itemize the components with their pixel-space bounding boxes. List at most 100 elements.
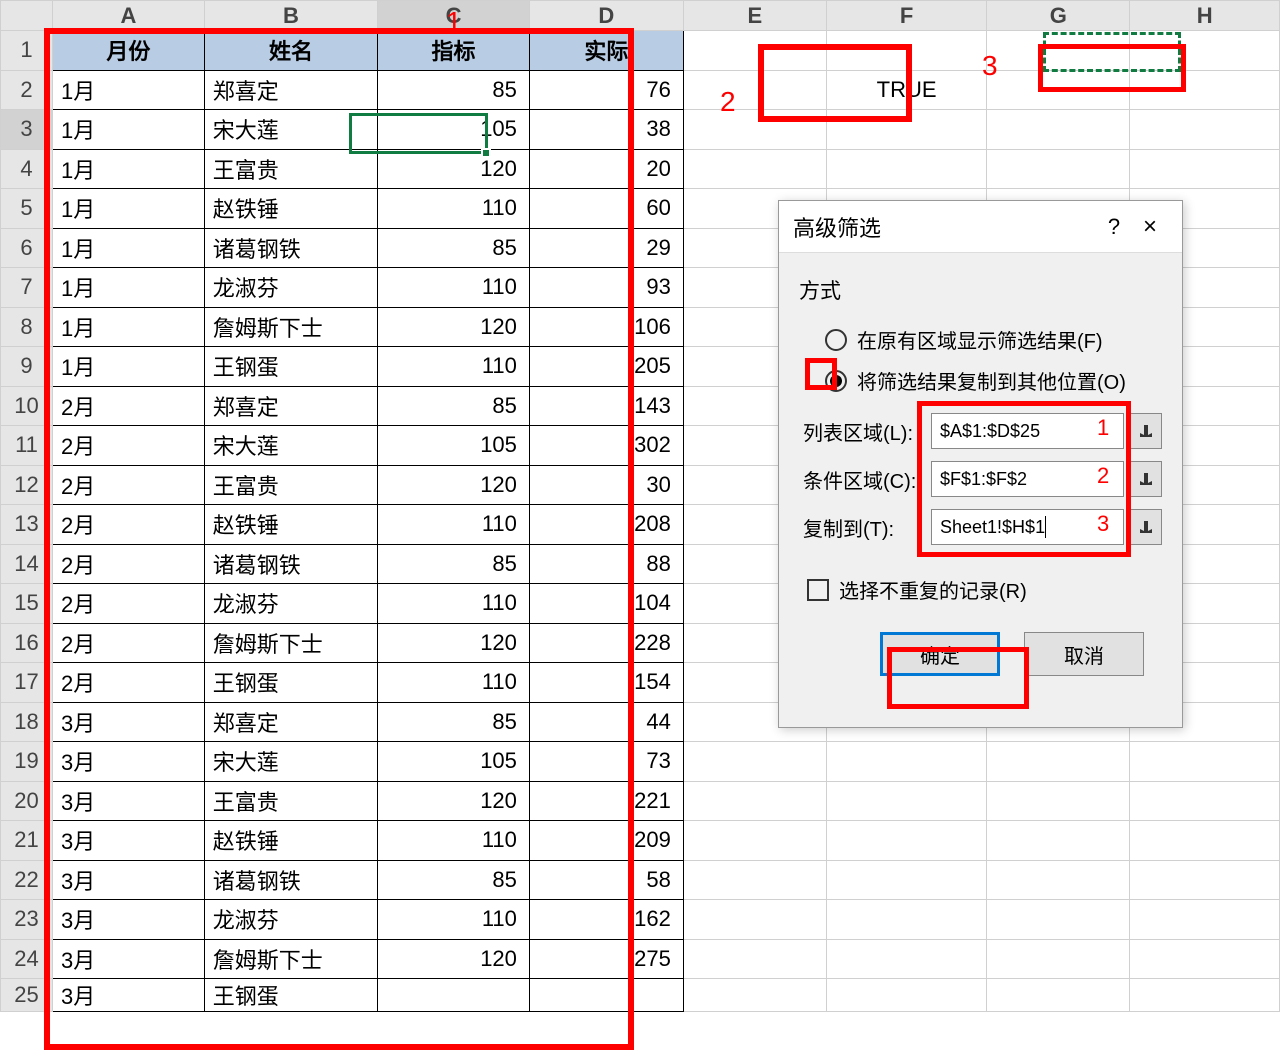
table-cell[interactable]: 275 (529, 939, 683, 979)
list-range-picker-button[interactable] (1130, 413, 1162, 449)
cell[interactable] (1130, 742, 1280, 782)
copy-to-range-picker-button[interactable] (1130, 509, 1162, 545)
row-header-20[interactable]: 20 (1, 781, 53, 821)
table-cell[interactable]: 110 (378, 505, 530, 545)
table-cell[interactable]: 1月 (53, 110, 205, 150)
row-header-2[interactable]: 2 (1, 70, 53, 110)
row-header-14[interactable]: 14 (1, 544, 53, 584)
row-header-13[interactable]: 13 (1, 505, 53, 545)
table-cell[interactable]: 120 (378, 465, 530, 505)
table-cell[interactable]: 王富贵 (204, 149, 377, 189)
cell[interactable] (826, 110, 986, 150)
table-cell[interactable]: 85 (378, 860, 530, 900)
row-header-21[interactable]: 21 (1, 821, 53, 861)
row-header-22[interactable]: 22 (1, 860, 53, 900)
cell[interactable] (683, 110, 826, 150)
table-cell[interactable]: 龙淑芬 (204, 584, 377, 624)
table-cell[interactable]: 76 (529, 70, 683, 110)
fill-handle[interactable] (481, 148, 491, 158)
cell[interactable] (987, 979, 1130, 1012)
cell[interactable] (683, 821, 826, 861)
table-cell[interactable]: 105 (378, 426, 530, 466)
cell[interactable] (683, 31, 826, 71)
table-cell[interactable]: 3月 (53, 979, 205, 1012)
table-cell[interactable]: 29 (529, 228, 683, 268)
row-header-10[interactable]: 10 (1, 386, 53, 426)
cell[interactable] (826, 939, 986, 979)
cell-F2[interactable]: TRUE (826, 70, 986, 110)
unique-records-checkbox-row[interactable]: 选择不重复的记录(R) (799, 557, 1162, 604)
table-cell[interactable] (529, 979, 683, 1012)
table-cell[interactable]: 85 (378, 702, 530, 742)
table-cell[interactable]: 3月 (53, 821, 205, 861)
table-cell[interactable]: 105 (378, 110, 530, 150)
cell[interactable] (683, 70, 826, 110)
table-cell[interactable]: 2月 (53, 465, 205, 505)
table-cell[interactable]: 2月 (53, 663, 205, 703)
table-cell[interactable]: 1月 (53, 268, 205, 308)
table-cell[interactable]: 王富贵 (204, 465, 377, 505)
cell[interactable] (987, 110, 1130, 150)
table-cell[interactable]: 106 (529, 307, 683, 347)
table-cell[interactable]: 93 (529, 268, 683, 308)
table-cell[interactable]: 1月 (53, 189, 205, 229)
row-header-12[interactable]: 12 (1, 465, 53, 505)
table-cell[interactable]: 3月 (53, 781, 205, 821)
table-cell[interactable]: 88 (529, 544, 683, 584)
table-cell[interactable]: 赵铁锤 (204, 505, 377, 545)
column-header-D[interactable]: D (529, 1, 683, 31)
row-header-19[interactable]: 19 (1, 742, 53, 782)
table-cell[interactable]: 110 (378, 900, 530, 940)
table-cell[interactable]: 58 (529, 860, 683, 900)
table-cell[interactable]: 1月 (53, 307, 205, 347)
table-cell[interactable]: 诸葛钢铁 (204, 228, 377, 268)
cell[interactable] (683, 742, 826, 782)
cancel-button[interactable]: 取消 (1024, 632, 1144, 676)
table-cell[interactable]: 110 (378, 268, 530, 308)
table-cell[interactable]: 38 (529, 110, 683, 150)
table-cell[interactable]: 龙淑芬 (204, 900, 377, 940)
cell[interactable] (826, 31, 986, 71)
row-header-4[interactable]: 4 (1, 149, 53, 189)
row-header-15[interactable]: 15 (1, 584, 53, 624)
table-cell[interactable]: 3月 (53, 742, 205, 782)
cell[interactable] (1130, 110, 1280, 150)
cell[interactable] (683, 860, 826, 900)
table-cell[interactable]: 宋大莲 (204, 742, 377, 782)
cell[interactable] (826, 860, 986, 900)
table-cell[interactable]: 60 (529, 189, 683, 229)
cell[interactable] (1130, 781, 1280, 821)
table-cell[interactable]: 宋大莲 (204, 426, 377, 466)
table-header-cell[interactable]: 姓名 (204, 31, 377, 71)
cell[interactable] (987, 31, 1130, 71)
table-cell[interactable]: 162 (529, 900, 683, 940)
table-cell[interactable]: 王钢蛋 (204, 979, 377, 1012)
cell[interactable] (826, 149, 986, 189)
table-cell[interactable]: 王富贵 (204, 781, 377, 821)
table-cell[interactable]: 詹姆斯下士 (204, 623, 377, 663)
table-cell[interactable]: 104 (529, 584, 683, 624)
cell[interactable] (683, 149, 826, 189)
cell[interactable] (1130, 149, 1280, 189)
table-cell[interactable]: 1月 (53, 149, 205, 189)
table-cell[interactable]: 郑喜定 (204, 386, 377, 426)
column-header-E[interactable]: E (683, 1, 826, 31)
close-button[interactable]: × (1132, 213, 1168, 241)
table-cell[interactable]: 龙淑芬 (204, 268, 377, 308)
row-header-6[interactable]: 6 (1, 228, 53, 268)
row-header-17[interactable]: 17 (1, 663, 53, 703)
table-cell[interactable]: 2月 (53, 623, 205, 663)
table-cell[interactable]: 44 (529, 702, 683, 742)
criteria-range-input[interactable]: $F$1:$F$2 (931, 461, 1124, 497)
table-cell[interactable]: 2月 (53, 426, 205, 466)
cell[interactable] (987, 860, 1130, 900)
row-header-23[interactable]: 23 (1, 900, 53, 940)
cell[interactable] (683, 939, 826, 979)
table-cell[interactable]: 110 (378, 347, 530, 387)
row-header-3[interactable]: 3 (1, 110, 53, 150)
table-cell[interactable]: 209 (529, 821, 683, 861)
cell[interactable] (826, 979, 986, 1012)
table-cell[interactable]: 73 (529, 742, 683, 782)
table-cell[interactable]: 赵铁锤 (204, 821, 377, 861)
table-cell[interactable]: 郑喜定 (204, 702, 377, 742)
